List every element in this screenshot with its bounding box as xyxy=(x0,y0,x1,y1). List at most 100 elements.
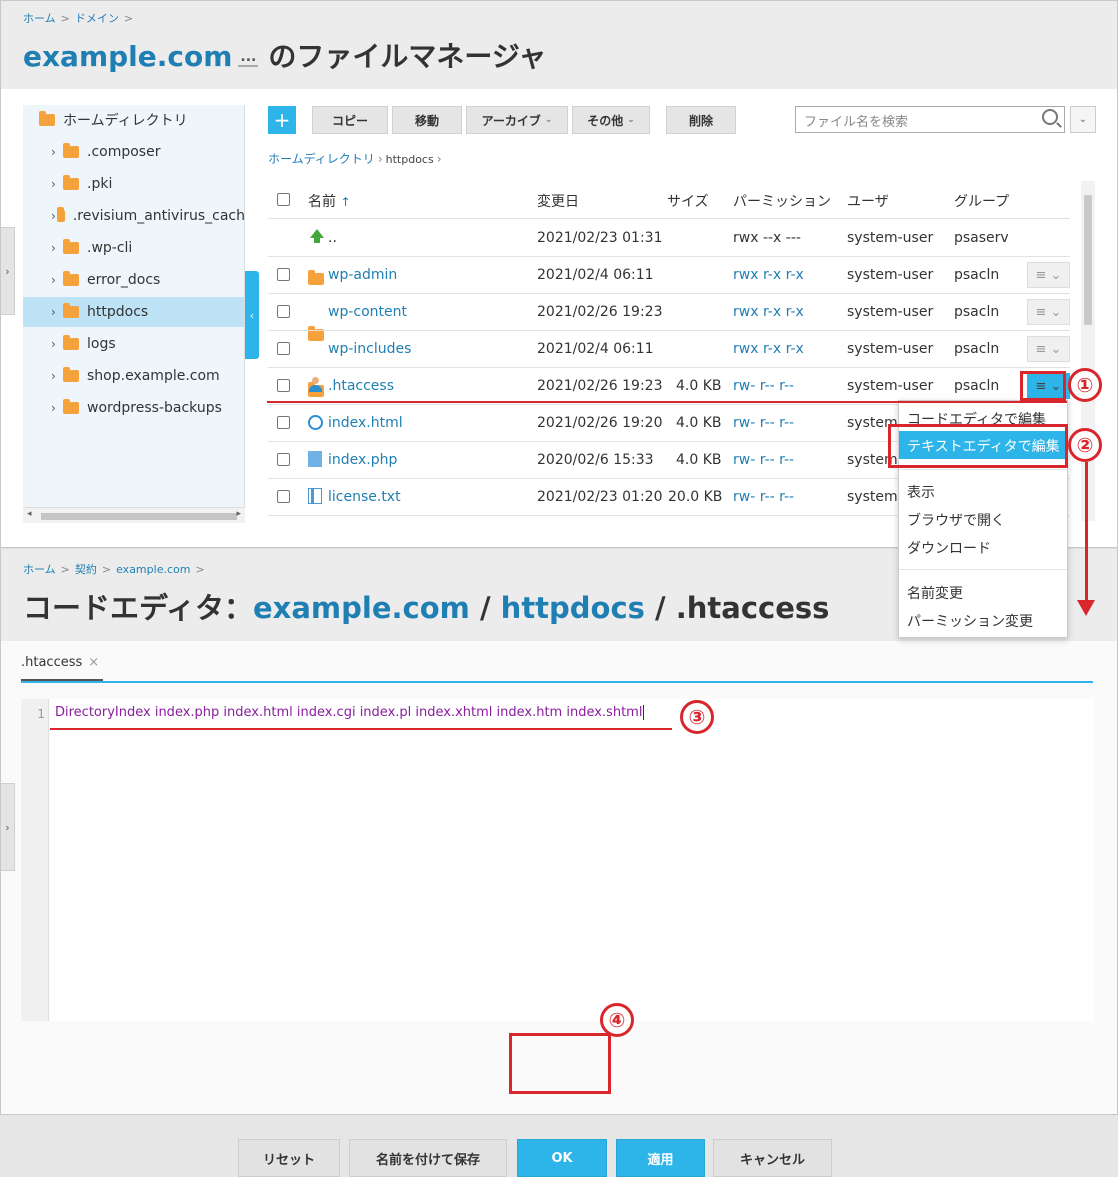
row-checkbox[interactable] xyxy=(277,416,290,429)
breadcrumb-domain[interactable]: example.com xyxy=(116,563,190,576)
column-permission[interactable]: パーミッション xyxy=(733,191,831,211)
tree-collapse-button[interactable]: ‹ xyxy=(245,271,259,359)
ok-button[interactable]: OK xyxy=(517,1139,607,1177)
file-name[interactable]: wp-content xyxy=(328,304,407,320)
breadcrumb-home[interactable]: ホーム xyxy=(23,12,56,25)
modified-date: 2021/02/4 06:11 xyxy=(537,341,654,357)
chevron-right-icon[interactable]: › xyxy=(51,369,63,383)
archive-label: アーカイブ xyxy=(481,113,541,128)
left-sidebar-toggle[interactable]: › xyxy=(1,227,15,315)
group: psacln xyxy=(954,378,1000,394)
row-checkbox[interactable] xyxy=(277,305,290,318)
row-checkbox[interactable] xyxy=(277,342,290,355)
permission-link[interactable]: rwx r-x r-x xyxy=(733,304,804,320)
chevron-right-icon[interactable]: › xyxy=(51,337,63,351)
tree-item-selected[interactable]: › httpdocs xyxy=(23,297,244,327)
tree-item[interactable]: › .wp-cli xyxy=(23,233,244,263)
menu-item-change-permission[interactable]: パーミッション変更 xyxy=(907,611,1033,631)
column-name[interactable]: 名前 ↑ xyxy=(308,191,351,211)
search-icon[interactable] xyxy=(1042,109,1058,125)
tree-horizontal-scrollbar[interactable]: ◂ ▸ xyxy=(23,507,245,523)
chevron-right-icon[interactable]: › xyxy=(51,241,63,255)
tree-item[interactable]: › shop.example.com xyxy=(23,361,244,391)
menu-item-rename[interactable]: 名前変更 xyxy=(907,583,963,603)
title-more-button[interactable]: ... xyxy=(238,49,259,67)
scrollbar-thumb[interactable] xyxy=(41,513,237,520)
other-dropdown[interactable]: その他 ⌄ xyxy=(572,106,650,134)
current-path: ホームディレクトリ › httpdocs › xyxy=(268,152,442,166)
file-size: 4.0 KB xyxy=(676,378,722,394)
reset-button[interactable]: リセット xyxy=(238,1139,340,1177)
tree-item[interactable]: › .composer xyxy=(23,137,244,167)
archive-dropdown[interactable]: アーカイブ ⌄ xyxy=(466,106,568,134)
row-menu-button[interactable]: ≡ ⌄ xyxy=(1027,299,1070,325)
permission-link[interactable]: rw- r-- r-- xyxy=(733,378,794,394)
chevron-right-icon[interactable]: › xyxy=(51,145,63,159)
file-name[interactable]: wp-admin xyxy=(328,267,397,283)
tree-item[interactable]: › logs xyxy=(23,329,244,359)
permission-link[interactable]: rw- r-- r-- xyxy=(733,452,794,468)
chevron-right-icon[interactable]: › xyxy=(51,177,63,191)
row-checkbox[interactable] xyxy=(277,379,290,392)
file-list-scrollbar[interactable] xyxy=(1081,181,1095,521)
file-name[interactable]: index.html xyxy=(328,415,403,431)
menu-item-open-in-browser[interactable]: ブラウザで開く xyxy=(907,510,1005,530)
breadcrumb-domains[interactable]: ドメイン xyxy=(75,12,119,25)
scroll-right-icon[interactable]: ▸ xyxy=(236,509,241,519)
breadcrumb-home[interactable]: ホーム xyxy=(23,563,56,576)
path-root-link[interactable]: ホームディレクトリ xyxy=(268,152,375,166)
tree-item[interactable]: › .revisium_antivirus_cach xyxy=(23,201,244,231)
file-name[interactable]: index.php xyxy=(328,452,397,468)
column-size[interactable]: サイズ xyxy=(667,191,709,211)
row-checkbox[interactable] xyxy=(277,490,290,503)
file-name[interactable]: .htaccess xyxy=(328,378,394,394)
move-button[interactable]: 移動 xyxy=(392,106,462,134)
row-menu-button[interactable]: ≡ ⌄ xyxy=(1027,262,1070,288)
file-name[interactable]: wp-includes xyxy=(328,341,411,357)
chevron-right-icon[interactable]: › xyxy=(51,273,63,287)
permission-link[interactable]: rwx r-x r-x xyxy=(733,267,804,283)
permission-link[interactable]: rwx r-x r-x xyxy=(733,341,804,357)
folder-icon xyxy=(63,367,79,382)
left-sidebar-toggle[interactable]: › xyxy=(1,783,15,871)
breadcrumb-subscription[interactable]: 契約 xyxy=(75,563,97,576)
tree-item[interactable]: › wordpress-backups xyxy=(23,393,244,423)
copy-button[interactable]: コピー xyxy=(312,106,388,134)
tree-item-label: .wp-cli xyxy=(87,240,133,256)
file-name[interactable]: .. xyxy=(328,230,337,246)
code-line[interactable]: DirectoryIndex index.php index.html inde… xyxy=(55,705,645,720)
chevron-right-icon[interactable]: › xyxy=(51,401,63,415)
file-name[interactable]: license.txt xyxy=(328,489,401,505)
code-editor-area[interactable] xyxy=(50,699,1094,1021)
row-checkbox[interactable] xyxy=(277,453,290,466)
select-all-checkbox[interactable] xyxy=(277,193,290,206)
close-icon[interactable]: × xyxy=(88,655,99,670)
title-domain-link[interactable]: example.com xyxy=(23,40,232,73)
tree-item[interactable]: › error_docs xyxy=(23,265,244,295)
editor-tab[interactable]: .htaccess × xyxy=(21,655,99,670)
search-input[interactable]: ファイル名を検索 xyxy=(795,106,1065,133)
cancel-button[interactable]: キャンセル xyxy=(713,1139,832,1177)
save-as-button[interactable]: 名前を付けて保存 xyxy=(349,1139,507,1177)
scrollbar-thumb[interactable] xyxy=(1084,195,1092,325)
row-menu-button[interactable]: ≡ ⌄ xyxy=(1027,336,1070,362)
column-group[interactable]: グループ xyxy=(954,191,1009,211)
permission-link[interactable]: rw- r-- r-- xyxy=(733,489,794,505)
group: psaserv xyxy=(954,230,1009,246)
menu-item-download[interactable]: ダウンロード xyxy=(907,538,991,558)
column-user[interactable]: ユーザ xyxy=(847,191,889,211)
title-domain-link[interactable]: example.com xyxy=(253,591,470,625)
menu-item-view[interactable]: 表示 xyxy=(907,482,935,502)
delete-button[interactable]: 削除 xyxy=(666,106,736,134)
tree-item[interactable]: › .pki xyxy=(23,169,244,199)
title-dir-link[interactable]: httpdocs xyxy=(501,591,645,625)
apply-button[interactable]: 適用 xyxy=(616,1139,705,1177)
chevron-right-icon[interactable]: › xyxy=(51,305,63,319)
tree-root[interactable]: ホームディレクトリ xyxy=(23,105,244,135)
column-modified[interactable]: 変更日 xyxy=(537,191,579,211)
scroll-left-icon[interactable]: ◂ xyxy=(27,509,32,519)
search-options-dropdown[interactable]: ⌄ xyxy=(1070,106,1096,133)
permission-link[interactable]: rw- r-- r-- xyxy=(733,415,794,431)
add-button[interactable]: + xyxy=(268,106,296,134)
row-checkbox[interactable] xyxy=(277,268,290,281)
